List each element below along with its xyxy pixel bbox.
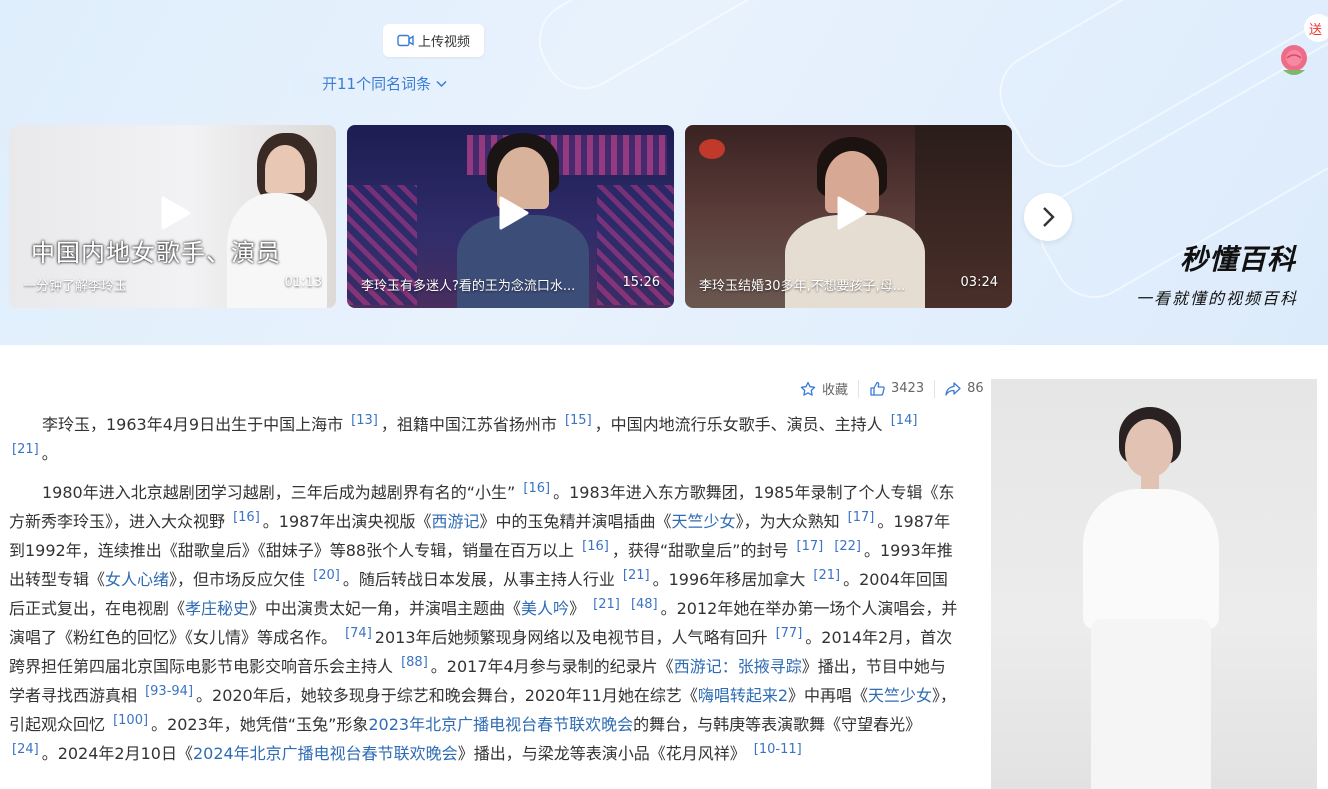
like-count: 3423 [891,381,925,396]
chevron-right-icon [1043,207,1055,227]
play-icon [499,196,528,229]
citation-ref[interactable]: [14] [888,413,921,428]
text-run: ，中国内地流行乐女歌手、演员、主持人 [594,415,888,434]
citation-ref[interactable]: [16] [579,539,612,554]
citation-ref[interactable]: [93-94] [142,684,196,699]
citation-ref[interactable]: [17] [794,539,827,554]
star-icon [800,381,816,396]
entry-link[interactable]: 西游记 [432,512,480,531]
upload-video-label: 上传视频 [417,35,470,50]
citation-ref[interactable]: [10-11] [751,742,805,757]
entry-link[interactable]: 孝庄秘史 [185,599,249,618]
video-title: 李玲玉有多迷人?看的王为念流口水... [361,279,576,294]
paragraph-1: 李玲玉，1963年4月9日出生于中国上海市 [13] ，祖籍中国江苏省扬州市 [1… [9,410,959,468]
entry-link[interactable]: 美人吟 [521,599,569,618]
text-run: ，祖籍中国江苏省扬州市 [380,415,562,434]
brand-logo: 秒懂百科 [1180,243,1297,276]
video-duration: 03:24 [960,275,998,290]
carousel-next-button[interactable] [1024,193,1072,241]
collect-button[interactable]: 收藏 [790,379,858,398]
homonym-label: 开11个同名词条 [322,75,432,93]
citation-ref[interactable]: [22] [831,539,864,554]
text-run: 。2023年，她凭借“玉兔”形象 [151,715,369,734]
video-banner: 上传视频 开11个同名词条 中国内地女歌手、演员 一分钟了解李玲玉 01:13 … [0,0,1328,345]
citation-ref[interactable]: [16] [230,510,263,525]
citation-ref[interactable]: [17] [845,510,878,525]
brand-slogan: 一看就懂的视频百科 [1136,289,1299,308]
entry-link[interactable]: 天竺少女 [868,686,932,705]
entry-link[interactable]: 天竺少女 [672,512,736,531]
entry-link[interactable]: 嗨唱转起来2 [698,686,788,705]
video-title: 李玲玉结婚30多年,不想要孩子,母... [699,279,906,294]
citation-ref[interactable]: [100] [110,713,151,728]
citation-ref[interactable]: [21] [810,568,843,583]
video-card-1[interactable]: 中国内地女歌手、演员 一分钟了解李玲玉 01:13 [9,125,336,308]
gift-badge[interactable]: 送 [1304,14,1328,42]
entry-link[interactable]: 2024年北京广播电视台春节联欢晚会 [193,744,458,763]
share-count: 86 [967,381,984,396]
entry-link[interactable]: 2023年北京广播电视台春节联欢晚会 [368,715,633,734]
citation-ref[interactable]: [16] [520,481,553,496]
citation-ref[interactable]: [48] [628,597,661,612]
video-overlay-text: 中国内地女歌手、演员 [31,239,281,267]
article-summary: 李玲玉，1963年4月9日出生于中国上海市 [13] ，祖籍中国江苏省扬州市 [1… [9,410,959,778]
text-run: 。1996年移居加拿大 [652,570,811,589]
video-camera-icon [397,34,414,47]
video-card-2[interactable]: 李玲玉有多迷人?看的王为念流口水... 15:26 [347,125,674,308]
text-run: 1980年进入北京越剧团学习越剧，三年后成为越剧界有名的“小生” [42,483,521,502]
entry-link[interactable]: 女人心绪 [105,570,169,589]
like-button[interactable]: 3423 [859,381,934,397]
homonym-entries-toggle[interactable]: 开11个同名词条 [292,73,447,95]
video-title: 一分钟了解李玲玉 [23,279,128,294]
share-icon [945,381,961,396]
text-run: 。随后转战日本发展，从事主持人行业 [342,570,620,589]
text-run: 的舞台，与韩庚等表演歌舞《守望春光》 [633,715,922,734]
citation-ref[interactable]: [88] [398,655,431,670]
text-run: 》，为大众熟知 [735,512,845,531]
article-actions: 收藏 3423 86 [790,379,994,398]
chevron-down-icon [436,80,447,87]
citation-ref[interactable]: [21] [9,442,42,457]
text-run: 。 [41,444,58,463]
text-run: 》中再唱《 [788,686,869,705]
citation-ref[interactable]: [24] [9,742,42,757]
entry-link[interactable]: 西游记：张掖寻踪 [674,657,802,676]
text-run: 。2017年4月参与录制的纪录片《 [430,657,674,676]
text-run: 2013年后她频繁现身网络以及电视节目，人气略有回升 [374,628,773,647]
text-run: 》，但市场反应欠佳 [169,570,311,589]
share-button[interactable]: 86 [935,381,994,397]
text-run: 。1987年出演央视版《 [262,512,432,531]
collect-label: 收藏 [822,383,849,398]
citation-ref[interactable]: [13] [348,413,381,428]
text-run: 》播出，与梁龙等表演小品《花月风祥》 [457,744,751,763]
upload-video-button[interactable]: 上传视频 [383,24,484,57]
text-run: 。2020年后，她较多现身于综艺和晚会舞台，2020年11月她在综艺《 [196,686,698,705]
text-run: 》 [569,599,591,618]
video-duration: 15:26 [622,275,660,290]
text-run: ，获得“甜歌皇后”的封号 [611,541,794,560]
citation-ref[interactable]: [21] [590,597,623,612]
citation-ref[interactable]: [20] [310,568,343,583]
citation-ref[interactable]: [15] [562,413,595,428]
citation-ref[interactable]: [21] [620,568,653,583]
text-run: 。2024年2月10日《 [41,744,193,763]
play-icon [837,196,866,229]
citation-ref[interactable]: [77] [773,626,806,641]
paragraph-2: 1980年进入北京越剧团学习越剧，三年后成为越剧界有名的“小生” [16] 。19… [9,478,959,768]
portrait-image [991,379,1317,789]
text-run: 》中出演贵太妃一角，并演唱主题曲《 [249,599,522,618]
text-run: 李玲玉，1963年4月9日出生于中国上海市 [42,415,349,434]
rose-icon[interactable] [1275,42,1313,82]
thumbs-up-icon [870,381,885,396]
video-duration: 01:13 [284,275,322,290]
text-run: 》中的玉兔精并演唱插曲《 [479,512,672,531]
video-card-3[interactable]: 李玲玉结婚30多年,不想要孩子,母... 03:24 [685,125,1012,308]
citation-ref[interactable]: [74] [342,626,375,641]
play-icon [161,196,190,229]
